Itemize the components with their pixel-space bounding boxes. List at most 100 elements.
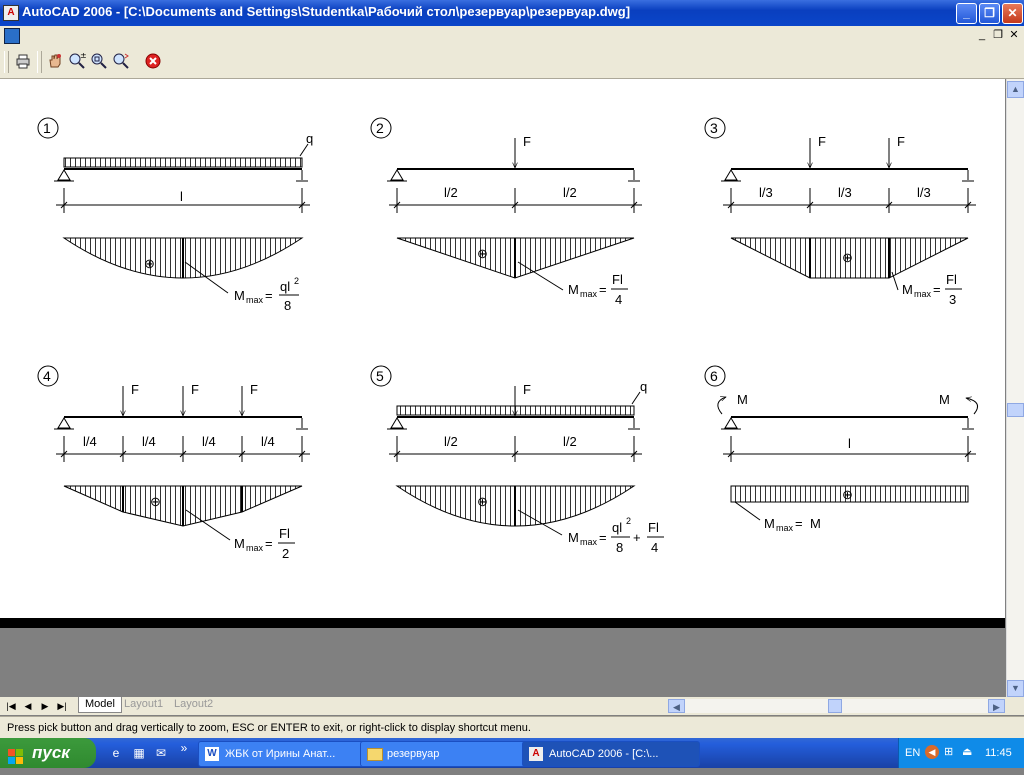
folder-icon [367, 748, 383, 761]
outlook-icon[interactable]: ✉ [153, 745, 169, 761]
svg-text:l/3: l/3 [759, 185, 773, 200]
svg-text:=: = [795, 516, 803, 531]
doc-close-button[interactable]: ✕ [1007, 29, 1021, 42]
svg-text:2: 2 [282, 546, 289, 561]
span-label: l [180, 189, 183, 204]
tab-next-button[interactable]: ▶ [38, 699, 52, 713]
svg-text:8: 8 [616, 540, 623, 555]
diagram-4: 4 F F F l/4 l/4 l/4 l/4 ⊕ M max = Fl 2 [37, 365, 310, 561]
positive-sign: ⊕ [144, 256, 155, 271]
svg-text:±: ± [80, 52, 86, 60]
window-title: AutoCAD 2006 - [C:\Documents and Setting… [22, 4, 631, 19]
doc-restore-button[interactable]: ❐ [991, 29, 1005, 42]
diagram-3: 3 F F l/3 l/3 l/3 ⊕ M max = Fl 3 [704, 117, 976, 307]
scroll-up-button[interactable]: ▲ [1007, 81, 1024, 98]
zoom-window-icon[interactable] [89, 52, 109, 72]
tray-arrow-icon[interactable]: ◀ [925, 745, 939, 759]
scroll-thumb[interactable] [1007, 403, 1024, 417]
calculator-icon[interactable]: ▦ [131, 745, 147, 761]
network-icon[interactable]: ⊞ [944, 745, 958, 759]
system-tray: EN ◀ ⊞ ⏏ 11:45 [898, 738, 1024, 768]
autocad-icon[interactable]: A [3, 5, 19, 21]
task-folder[interactable]: резервуар [360, 741, 538, 767]
svg-text:4: 4 [615, 292, 622, 307]
task-word[interactable]: W ЖБК от Ирины Анат... [198, 741, 376, 767]
svg-text:max: max [580, 289, 598, 299]
svg-text:2: 2 [294, 276, 299, 286]
task-autocad[interactable]: A AutoCAD 2006 - [C:\... [522, 741, 700, 767]
close-button[interactable]: ✕ [1002, 3, 1023, 24]
svg-text:⊕: ⊕ [477, 494, 488, 509]
svg-text:⊕: ⊕ [150, 494, 161, 509]
svg-text:=: = [265, 536, 273, 551]
toolbar-separator [37, 51, 42, 73]
drawing-doc-icon[interactable] [4, 28, 20, 44]
tab-last-button[interactable]: ▶| [55, 699, 69, 713]
task-folder-label: резервуар [387, 748, 440, 760]
word-icon: W [205, 747, 219, 761]
svg-text:⊕: ⊕ [842, 250, 853, 265]
svg-text:max: max [776, 523, 794, 533]
zoom-previous-icon[interactable] [111, 52, 131, 72]
svg-text:2: 2 [626, 516, 631, 526]
svg-text:3: 3 [949, 292, 956, 307]
svg-text:F: F [523, 382, 531, 397]
svg-text:l/4: l/4 [202, 434, 216, 449]
drawing-canvas[interactable]: 1 q l ⊕ M max = ql 2 8 2 F l/2 l/2 ⊕ M m… [0, 79, 1005, 618]
horizontal-scrollbar[interactable]: ◀ ▶ [668, 699, 1005, 713]
title-bar: A AutoCAD 2006 - [C:\Documents and Setti… [0, 0, 1024, 26]
maximize-button[interactable]: ❐ [979, 3, 1000, 24]
task-autocad-label: AutoCAD 2006 - [C:\... [549, 748, 659, 760]
svg-text:F: F [523, 134, 531, 149]
command-line[interactable]: Press pick button and drag vertically to… [0, 716, 1024, 739]
scroll-right-button[interactable]: ▶ [988, 699, 1005, 713]
taskbar: пуск e ▦ ✉ » W ЖБК от Ирины Анат... резе… [0, 738, 1024, 768]
safely-remove-icon[interactable]: ⏏ [962, 745, 976, 759]
svg-text:F: F [250, 382, 258, 397]
pan-icon[interactable] [45, 52, 65, 72]
svg-text:=: = [599, 530, 607, 545]
language-indicator[interactable]: EN [905, 747, 920, 759]
scroll-down-button[interactable]: ▼ [1007, 680, 1024, 697]
quicklaunch-chevron-icon[interactable]: » [176, 740, 192, 756]
svg-text:l/4: l/4 [83, 434, 97, 449]
svg-text:+: + [633, 530, 641, 545]
svg-text:Fl: Fl [648, 520, 659, 535]
svg-text:Fl: Fl [279, 526, 290, 541]
svg-text:4: 4 [43, 368, 51, 384]
svg-text:max: max [246, 543, 264, 553]
tab-layout2[interactable]: Layout2 [168, 697, 219, 712]
svg-text:=: = [599, 282, 607, 297]
canvas-bottom-bar [0, 618, 1005, 628]
hscroll-thumb[interactable] [828, 699, 842, 713]
svg-text:M: M [737, 392, 748, 407]
svg-text:4: 4 [651, 540, 658, 555]
svg-text:q: q [640, 379, 647, 394]
svg-text:max: max [580, 537, 598, 547]
scroll-left-button[interactable]: ◀ [668, 699, 685, 713]
tab-first-button[interactable]: |◀ [4, 699, 18, 713]
tab-model[interactable]: Model [78, 697, 122, 713]
toolbar-grip[interactable] [4, 51, 9, 73]
layout-tabs-row: |◀ ◀ ▶ ▶| Model Layout1 Layout2 ◀ ▶ [0, 697, 1024, 715]
vertical-scrollbar[interactable]: ▲ ▼ [1006, 79, 1024, 697]
svg-text:5: 5 [376, 368, 384, 384]
svg-text:M: M [234, 536, 245, 551]
tab-layout1[interactable]: Layout1 [118, 697, 169, 712]
svg-text:M: M [902, 282, 913, 297]
ie-icon[interactable]: e [108, 745, 124, 761]
autocad-task-icon: A [529, 747, 543, 761]
start-button[interactable]: пуск [0, 738, 96, 768]
close-preview-icon[interactable] [143, 52, 163, 72]
svg-text:Fl: Fl [612, 272, 623, 287]
svg-text:l/3: l/3 [838, 185, 852, 200]
svg-text:M: M [939, 392, 950, 407]
svg-text:l: l [848, 436, 851, 451]
minimize-button[interactable]: _ [956, 3, 977, 24]
tab-prev-button[interactable]: ◀ [21, 699, 35, 713]
svg-text:l/4: l/4 [261, 434, 275, 449]
zoom-realtime-icon[interactable]: ± [67, 51, 87, 72]
svg-text:ql: ql [280, 279, 290, 294]
doc-minimize-button[interactable]: _ [975, 29, 989, 42]
print-icon[interactable] [13, 52, 33, 72]
